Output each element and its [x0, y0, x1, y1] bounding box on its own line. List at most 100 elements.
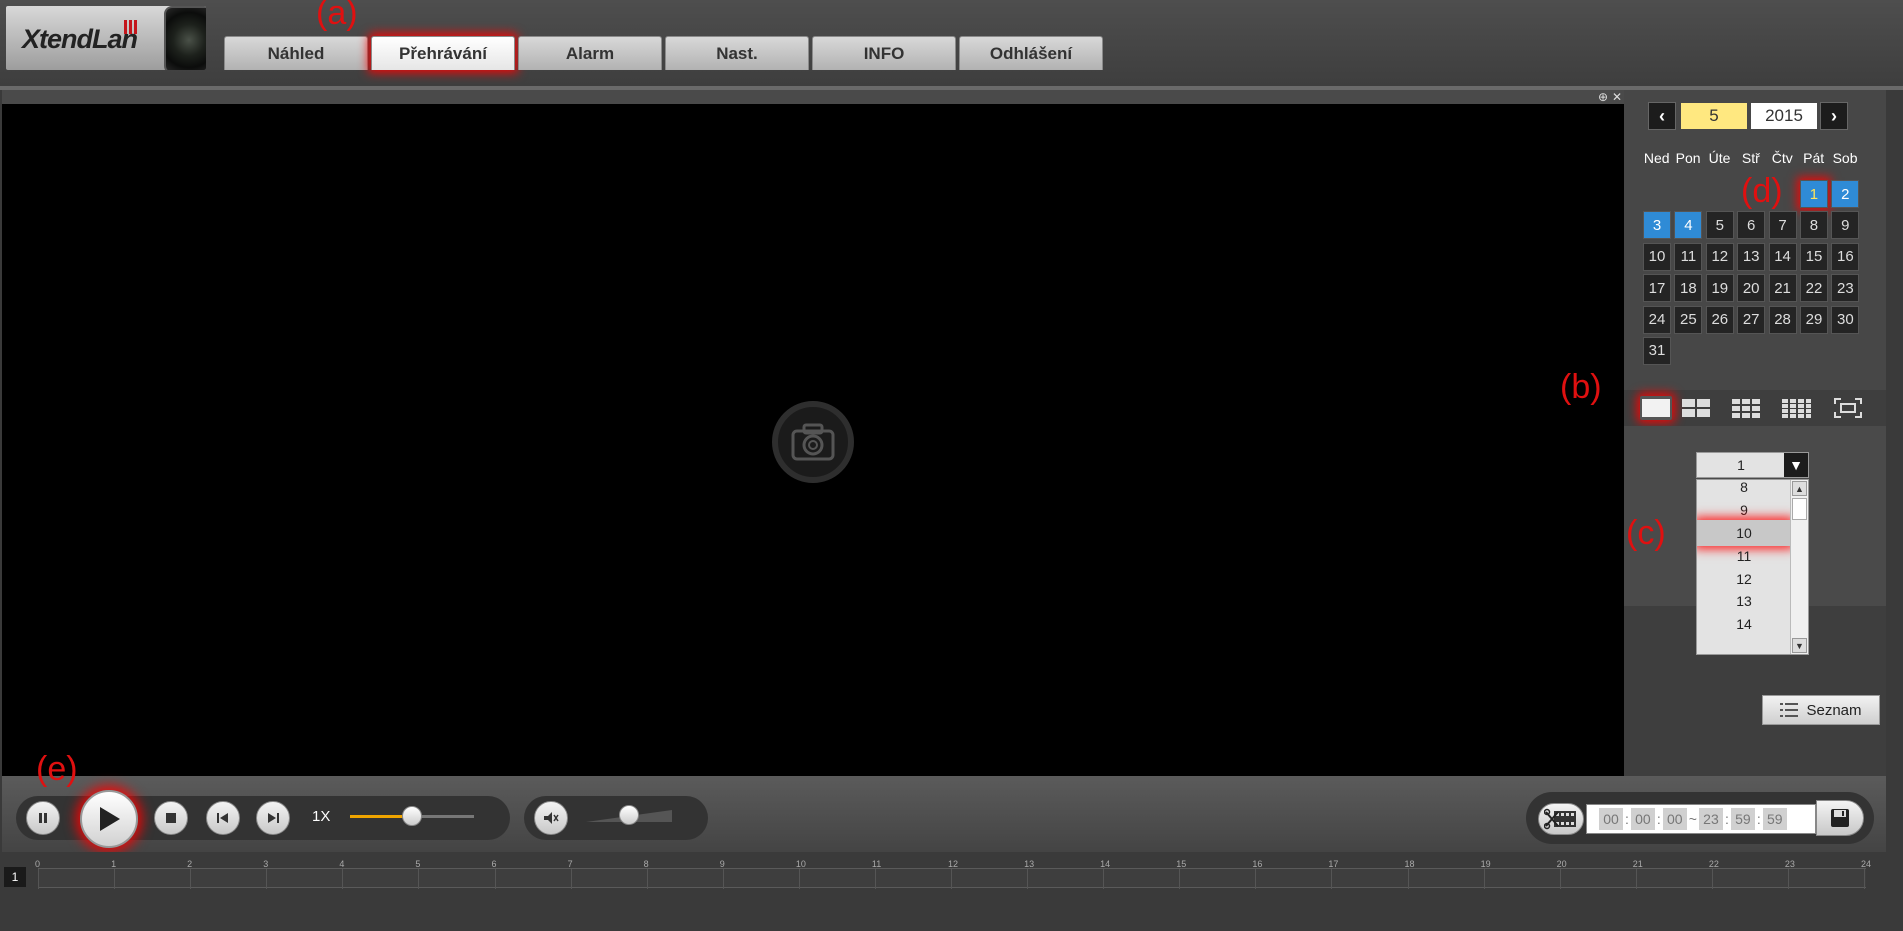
timeline-hour-label: 7 — [567, 859, 573, 869]
next-month-button[interactable]: › — [1820, 102, 1848, 130]
calendar-day[interactable]: 15 — [1799, 242, 1828, 271]
calendar-day[interactable]: 13 — [1737, 242, 1766, 271]
channel-select[interactable]: 1 ▼ — [1696, 452, 1809, 478]
timeline-hour-label: 3 — [263, 859, 269, 869]
tab-prehravani[interactable]: Přehrávání — [371, 36, 515, 70]
timeline-gridline — [874, 869, 876, 889]
next-frame-button[interactable] — [256, 801, 290, 835]
calendar-day[interactable]: 8 — [1799, 211, 1828, 240]
video-window[interactable] — [2, 104, 1624, 776]
calendar-day[interactable]: 26 — [1705, 305, 1734, 334]
fullscreen-icon[interactable] — [1832, 396, 1864, 420]
layout-1-icon[interactable] — [1640, 396, 1672, 420]
calendar-day[interactable]: 24 — [1643, 305, 1671, 334]
year-field[interactable]: 2015 — [1751, 103, 1817, 129]
calendar-day[interactable]: 19 — [1705, 274, 1734, 303]
calendar-day[interactable]: 12 — [1705, 242, 1734, 271]
layout-16-icon[interactable] — [1780, 396, 1812, 420]
scroll-down-icon[interactable]: ▼ — [1792, 638, 1807, 653]
timeline-hour-label: 21 — [1632, 859, 1643, 869]
prev-month-button[interactable]: ‹ — [1648, 102, 1676, 130]
stop-button[interactable] — [154, 801, 188, 835]
calendar-day[interactable]: 7 — [1768, 211, 1797, 240]
timeline-hour-label: 2 — [187, 859, 193, 869]
dropdown-scrollbar[interactable]: ▲ ▼ — [1790, 480, 1808, 654]
calendar-day[interactable]: 16 — [1831, 242, 1860, 271]
list-button[interactable]: Seznam — [1762, 695, 1880, 725]
calendar-panel: ‹ 5 2015 › Ned Pon Úte Stř Čtv Pát Sob 1234567… — [1624, 90, 1886, 390]
calendar-day[interactable]: 11 — [1674, 242, 1703, 271]
calendar-day[interactable]: 6 — [1737, 211, 1766, 240]
pause-button[interactable] — [26, 801, 60, 835]
dropdown-arrow-icon[interactable]: ▼ — [1784, 453, 1808, 477]
save-button[interactable] — [1816, 800, 1864, 836]
calendar-day[interactable]: 2 — [1831, 180, 1860, 208]
layout-4-icon[interactable] — [1680, 396, 1712, 420]
calendar-day[interactable]: 25 — [1674, 305, 1703, 334]
calendar-day[interactable]: 22 — [1799, 274, 1828, 303]
scroll-up-icon[interactable]: ▲ — [1792, 481, 1807, 496]
timeline-gridline — [1179, 869, 1181, 889]
weekday-label: Sob — [1832, 150, 1858, 166]
tab-nastaveni[interactable]: Nast. — [665, 36, 809, 70]
calendar-day[interactable]: 28 — [1768, 305, 1797, 334]
calendar-day[interactable]: 17 — [1643, 274, 1671, 303]
calendar-day[interactable]: 14 — [1768, 242, 1797, 271]
timeline-gridline — [266, 869, 268, 889]
timeline-gridline — [1711, 869, 1713, 889]
start-hour[interactable]: 00 — [1599, 808, 1623, 830]
stop-icon — [166, 813, 176, 823]
calendar-day[interactable]: 23 — [1831, 274, 1860, 303]
calendar-day[interactable]: 20 — [1737, 274, 1766, 303]
timeline-hour-label: 20 — [1556, 859, 1567, 869]
calendar-day[interactable]: 30 — [1831, 305, 1860, 334]
logo-text: XtendLan — [22, 24, 138, 54]
tab-odhlaseni[interactable]: Odhlášení — [959, 36, 1103, 70]
calendar-day[interactable]: 29 — [1799, 305, 1828, 334]
snapshot-camera-icon — [772, 401, 854, 483]
timeline-hour-label: 6 — [491, 859, 497, 869]
calendar-day[interactable]: 18 — [1674, 274, 1703, 303]
timeline-bar[interactable]: 0 1 2 3 4 5 6 7 8 9 10 11 12 13 14 15 16 17 18 19 20 21 22 23 24 — [35, 859, 1871, 889]
calendar-day[interactable]: 9 — [1831, 211, 1860, 240]
timeline-hour-label: 18 — [1404, 859, 1415, 869]
layout-9-icon[interactable] — [1730, 396, 1762, 420]
calendar-day[interactable]: 4 — [1674, 211, 1703, 240]
speed-slider-knob[interactable] — [402, 806, 422, 826]
volume-slider-knob[interactable] — [619, 805, 639, 825]
tab-nahled[interactable]: Náhled — [224, 36, 368, 70]
timeline-hour-label: 8 — [643, 859, 649, 869]
start-minute[interactable]: 00 — [1630, 808, 1655, 830]
calendar-day[interactable]: 5 — [1705, 211, 1734, 240]
calendar-day[interactable]: 10 — [1643, 242, 1671, 271]
tab-info[interactable]: INFO — [812, 36, 956, 70]
calendar-day[interactable]: 3 — [1643, 211, 1671, 240]
playback-controls: 1X 00: 00: 00 ~ 23: 59: 59 — [2, 776, 1886, 852]
main-tabs: Náhled Přehrávání Alarm Nast. INFO Odhlá… — [224, 36, 1103, 70]
calendar-day[interactable]: 1 — [1799, 180, 1828, 208]
annotation-a: (a) — [316, 0, 358, 32]
calendar-day[interactable]: 27 — [1737, 305, 1766, 334]
previous-frame-button[interactable] — [206, 801, 240, 835]
timeline-hour-label: 10 — [795, 859, 806, 869]
end-minute[interactable]: 59 — [1730, 808, 1755, 830]
zoom-icon[interactable]: ⊕ — [1598, 90, 1608, 104]
clip-button[interactable] — [1538, 803, 1584, 835]
timeline-gridline — [1787, 869, 1789, 889]
month-field[interactable]: 5 — [1681, 103, 1747, 129]
timeline: 1 0 1 2 3 4 5 6 7 8 9 10 11 12 13 14 15 16 17 18 19 20 21 22 23… — [0, 852, 1903, 931]
play-button[interactable] — [80, 790, 138, 848]
end-hour[interactable]: 23 — [1698, 808, 1723, 830]
calendar-day[interactable]: 31 — [1643, 336, 1671, 365]
scroll-thumb[interactable] — [1792, 498, 1807, 520]
calendar-day[interactable]: 21 — [1768, 274, 1797, 303]
channel-option[interactable]: 14 — [1697, 611, 1791, 637]
close-icon[interactable]: ✕ — [1612, 90, 1622, 104]
start-second[interactable]: 00 — [1662, 808, 1687, 830]
mute-button[interactable] — [534, 801, 568, 835]
channel-select-value: 1 — [1737, 457, 1745, 473]
tab-alarm[interactable]: Alarm — [518, 36, 662, 70]
channel-options-list[interactable]: 8 9 10 11 12 13 14 ▲ ▼ — [1696, 479, 1809, 655]
layout-toolbar — [1624, 390, 1886, 426]
end-second[interactable]: 59 — [1762, 808, 1787, 830]
